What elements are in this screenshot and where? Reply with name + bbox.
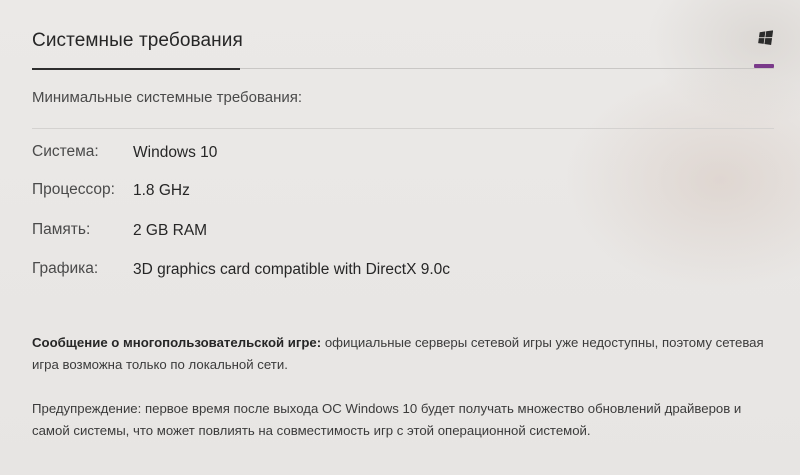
section-title: Системные требования — [32, 30, 243, 51]
subtitle-divider — [32, 128, 774, 129]
spec-label: Система: — [32, 143, 99, 160]
system-requirements-panel: Системные требования Минимальные системн… — [32, 0, 774, 475]
spec-value: Windows 10 — [133, 144, 218, 161]
min-requirements-heading: Минимальные системные требования: — [32, 89, 303, 106]
compatibility-warning: Предупреждение: первое время после выход… — [32, 401, 742, 438]
spec-value: 2 GB RAM — [133, 222, 208, 239]
section-header: Системные требования — [32, 0, 774, 70]
spec-label: Процессор: — [32, 181, 115, 198]
spec-label: Графика: — [32, 260, 99, 277]
spec-value: 3D graphics card compatible with DirectX… — [133, 261, 451, 278]
multiplayer-notice: Сообщение о многопользовательской игре: … — [32, 332, 774, 376]
multiplayer-notice-heading: Сообщение о многопользовательской игре: — [32, 335, 322, 350]
title-underline — [32, 68, 240, 70]
spec-label: Память: — [32, 221, 91, 238]
os-tab-active-indicator — [754, 64, 774, 68]
windows-icon — [758, 30, 773, 45]
spec-value: 1.8 GHz — [133, 182, 190, 199]
